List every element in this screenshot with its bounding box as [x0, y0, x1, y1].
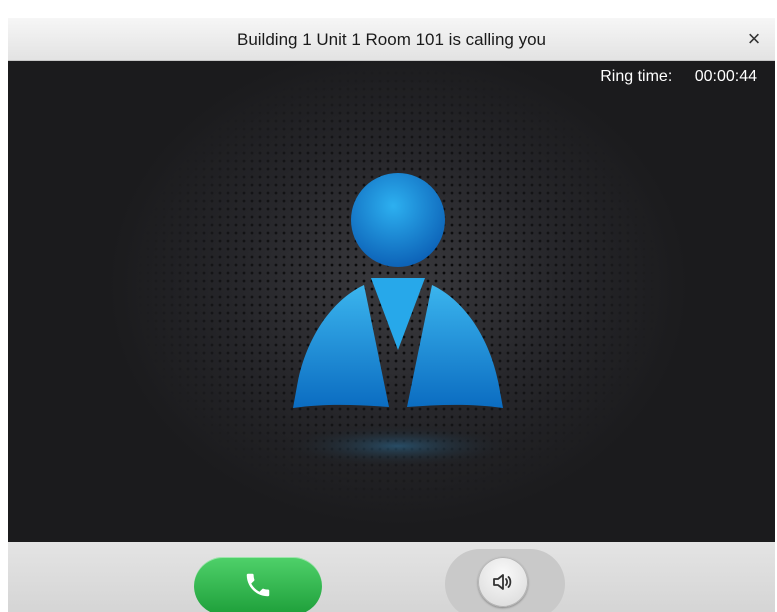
window-title: Building 1 Unit 1 Room 101 is calling yo…: [236, 30, 546, 49]
close-button[interactable]: ×: [741, 26, 767, 52]
ring-time-display: Ring time: 00:00:44: [600, 68, 757, 86]
ring-time-value: 00:00:44: [694, 68, 757, 85]
speaker-icon[interactable]: [491, 570, 515, 594]
speaker-toggle-button[interactable]: [478, 557, 528, 607]
answer-call-button[interactable]: [194, 557, 322, 612]
close-icon[interactable]: ×: [748, 26, 761, 51]
caller-avatar: [108, 61, 688, 526]
call-controls-bar: [8, 542, 775, 612]
caller-video-area: Ring time: 00:00:44: [8, 61, 775, 542]
phone-icon[interactable]: [243, 570, 273, 600]
ring-time-label: Ring time:: [600, 68, 673, 85]
title-bar: Building 1 Unit 1 Room 101 is calling yo…: [8, 18, 775, 61]
incoming-call-window: Building 1 Unit 1 Room 101 is calling yo…: [8, 18, 775, 612]
